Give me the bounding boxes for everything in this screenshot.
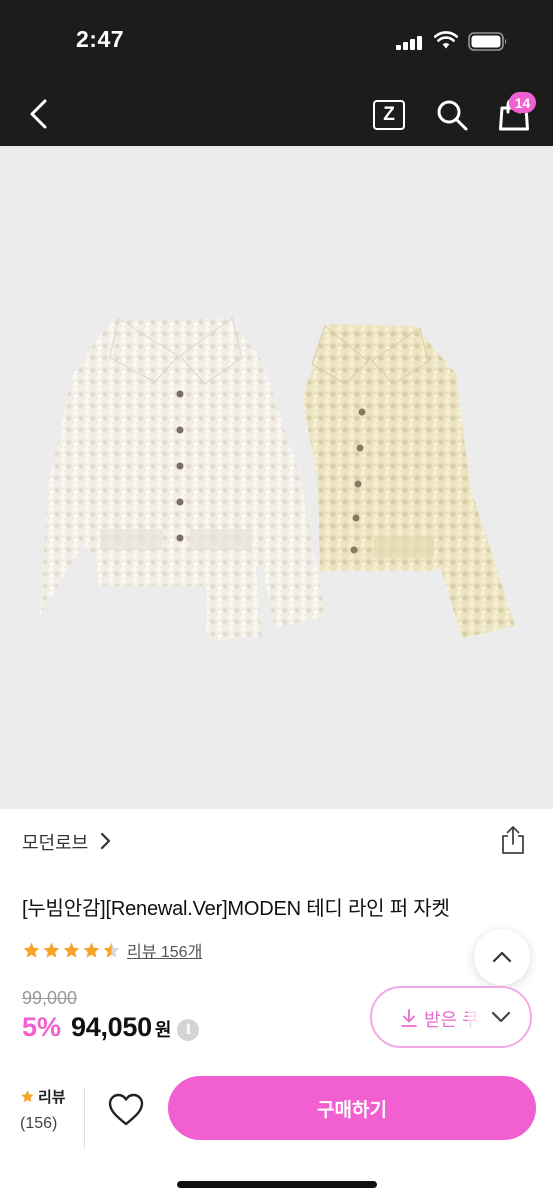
discount-rate: 5% (22, 1012, 62, 1042)
download-icon (401, 1009, 417, 1027)
heart-icon[interactable] (106, 1090, 146, 1130)
review-summary-count: (156) (20, 1115, 58, 1132)
back-icon (30, 99, 47, 129)
status-time: 2:47 (76, 26, 125, 52)
status-bar: 2:47 (0, 0, 553, 82)
z-icon: Z (383, 104, 395, 125)
product-title: [누빔안감][Renewal.Ver]MODEN 테디 라인 퍼 자켓 (22, 898, 450, 920)
rating-row: 리뷰 156개 (22, 937, 202, 963)
white-jacket (40, 317, 326, 641)
share-icon[interactable] (499, 825, 527, 855)
divider (84, 1088, 85, 1150)
scroll-to-top-button[interactable] (474, 929, 530, 985)
star-half-icon (103, 942, 120, 958)
star-icon (43, 942, 60, 958)
coupon-download-button[interactable]: 받은 쿠 (370, 986, 532, 1048)
brand-row[interactable]: 모던로브 (0, 809, 553, 873)
sale-price: 94,050 (71, 1012, 152, 1042)
review-summary-label: 리뷰 (38, 1089, 66, 1106)
product-image[interactable] (0, 146, 553, 809)
wifi-icon (434, 31, 458, 49)
home-indicator (177, 1181, 377, 1188)
top-nav-bar: Z (0, 82, 553, 146)
product-photo-teddy-jackets (40, 317, 515, 641)
yellow-jacket (302, 324, 515, 638)
star-icon (63, 942, 80, 958)
back-button[interactable] (22, 96, 56, 132)
brand-name[interactable]: 모던로브 (22, 829, 88, 855)
search-icon[interactable] (434, 97, 470, 133)
star-icon (21, 1090, 34, 1103)
star-icon (83, 942, 100, 958)
rating-stars (22, 941, 121, 960)
original-price: 99,000 (22, 988, 78, 1008)
star-icon (23, 942, 40, 958)
review-count-link[interactable]: 리뷰 156개 (127, 938, 202, 962)
buy-button[interactable]: 구매하기 (168, 1076, 536, 1140)
price-info-icon[interactable]: i (177, 1019, 200, 1041)
currency-unit: 원 (154, 1020, 172, 1040)
chevron-down-icon (491, 1011, 511, 1023)
chevron-up-icon (492, 951, 512, 963)
battery-icon (468, 32, 507, 51)
cart-count-badge: 14 (509, 92, 536, 113)
bottom-action-bar: 리뷰 (156) 구매하기 (0, 1066, 553, 1200)
chevron-right-icon (100, 832, 111, 850)
z-button[interactable]: Z (373, 100, 405, 130)
signal-icon (396, 36, 422, 50)
review-summary[interactable]: 리뷰 (156) (20, 1086, 72, 1133)
price-row: 5% 94,050 원 i (22, 1012, 200, 1048)
